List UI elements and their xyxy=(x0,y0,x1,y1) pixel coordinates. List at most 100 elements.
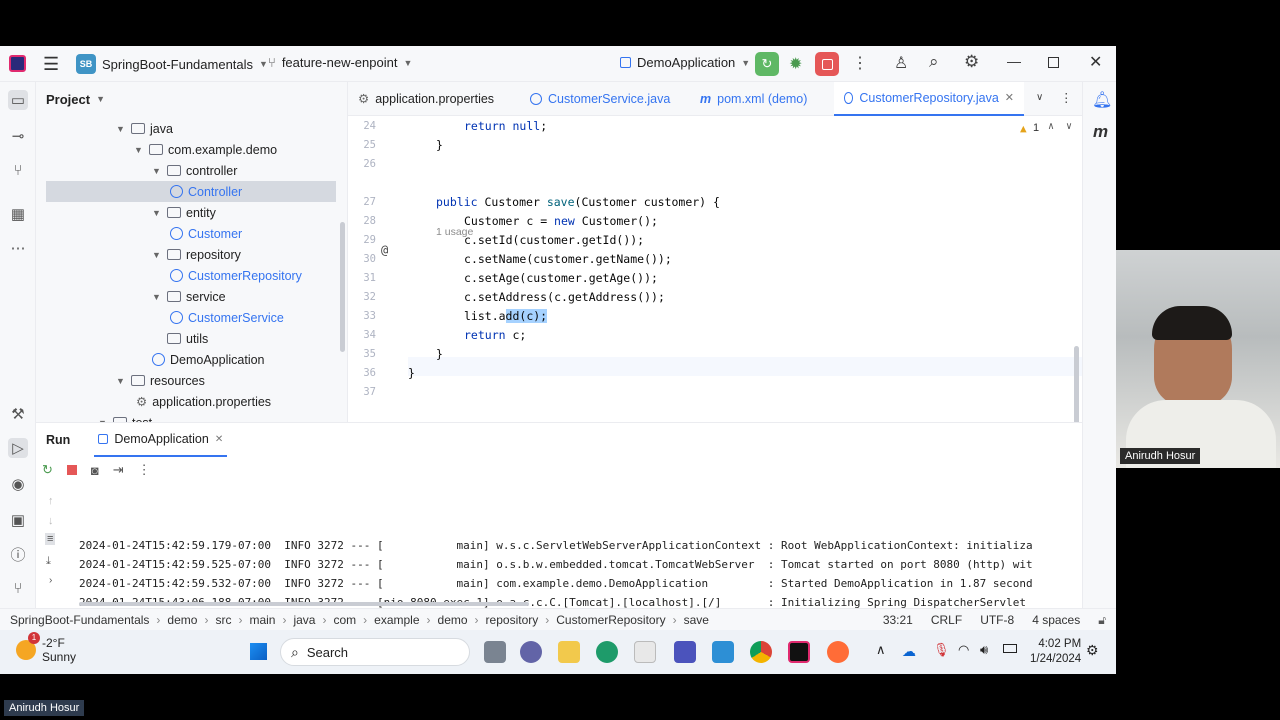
lock-icon[interactable]: 🔓︎ xyxy=(1098,613,1106,628)
settings-gear-icon[interactable]: ⚙ xyxy=(964,52,979,72)
rerun-icon[interactable]: ↻ xyxy=(42,462,53,478)
minimize-icon[interactable]: — xyxy=(1007,53,1021,69)
branch-selector[interactable]: ⑂ feature-new-enpoint ▼ xyxy=(268,55,412,70)
console-h-scrollbar[interactable] xyxy=(79,602,529,606)
search-icon[interactable]: ⌕ xyxy=(929,52,939,72)
close-tab-icon[interactable]: ✕ xyxy=(1005,91,1014,104)
tree-item-entity[interactable]: ▼ entity xyxy=(152,202,216,223)
run-tab-demo-application[interactable]: DemoApplication ✕ xyxy=(94,423,228,457)
tab-customer-repository[interactable]: CustomerRepository.java ✕ xyxy=(834,81,1024,116)
chrome-icon[interactable] xyxy=(750,641,772,663)
code-editor[interactable]: ▲ 1 ∧ ∨ 1 usage @ 24 return null; 25} 26 27 p… xyxy=(348,116,1082,422)
chevron-down-icon[interactable]: ▼ xyxy=(152,292,162,302)
breadcrumb-item[interactable]: com xyxy=(333,613,356,627)
edge-browser-icon[interactable] xyxy=(596,641,618,663)
chevron-down-icon[interactable]: ▼ xyxy=(134,145,144,155)
services-icon[interactable]: ◉ xyxy=(8,474,28,494)
run-tool-icon[interactable]: ▷ xyxy=(8,438,28,458)
taskbar-search-box[interactable]: ⌕ Search xyxy=(280,638,470,666)
chevron-down-icon[interactable]: ▼ xyxy=(152,250,162,260)
chevron-up-icon[interactable]: ∧ xyxy=(876,642,886,658)
tab-customer-service[interactable]: CustomerService.java xyxy=(520,82,690,116)
battery-icon[interactable] xyxy=(1003,644,1017,653)
chevron-right-icon[interactable]: › xyxy=(49,575,52,586)
arrow-down-icon[interactable]: ↓ xyxy=(48,515,54,527)
breadcrumb-item[interactable]: src xyxy=(215,613,231,627)
tree-item-test[interactable]: ▼test xyxy=(98,412,152,422)
project-panel-header[interactable]: Project ▼ xyxy=(36,82,347,116)
tree-item-utils[interactable]: utils xyxy=(152,328,208,349)
tree-item-controller[interactable]: ▼ controller xyxy=(152,160,237,181)
maven-tool-icon[interactable]: m xyxy=(1093,122,1108,142)
tree-item-controller[interactable]: Controller xyxy=(46,181,336,202)
soft-wrap-icon[interactable]: ≡ xyxy=(45,533,56,545)
wifi-icon[interactable]: ◠ xyxy=(958,642,969,658)
postman-icon[interactable] xyxy=(827,641,849,663)
tree-item-customer[interactable]: Customer xyxy=(170,223,242,244)
git-icon[interactable]: ⑂ xyxy=(8,578,28,598)
clock[interactable]: 4:02 PM 1/24/2024 xyxy=(1030,637,1081,667)
notification-center-icon[interactable]: ⚙ xyxy=(1086,642,1099,659)
account-icon[interactable]: ♙ xyxy=(894,53,908,73)
tab-application-properties[interactable]: ⚙ application.properties xyxy=(348,82,520,116)
scroll-end-icon[interactable]: ⤓ xyxy=(46,555,51,568)
tab-pom-xml[interactable]: m pom.xml (demo) xyxy=(690,82,834,116)
notifications-icon[interactable]: 🔔︎ xyxy=(1092,90,1112,110)
warning-icon[interactable]: ▲ xyxy=(1020,122,1027,135)
cursor-position[interactable]: 33:21 xyxy=(883,613,913,627)
tree-item-service[interactable]: ▼ service xyxy=(152,286,226,307)
indent-setting[interactable]: 4 spaces xyxy=(1032,613,1080,627)
tree-item-repository[interactable]: ▼ repository xyxy=(152,244,241,265)
tree-item-demoapplication[interactable]: DemoApplication xyxy=(152,349,265,370)
override-marker-icon[interactable]: @ xyxy=(381,243,388,257)
run-config-selector[interactable]: DemoApplication ▼ xyxy=(620,55,750,70)
problems-icon[interactable]: ⓘ xyxy=(8,544,28,564)
microphone-icon[interactable]: 🎙︎ xyxy=(933,642,950,658)
chevron-down-icon[interactable]: ▼ xyxy=(152,166,162,176)
tree-item-application-properties[interactable]: ⚙ application.properties xyxy=(136,391,271,412)
breadcrumb-item[interactable]: save xyxy=(684,613,709,627)
breadcrumb-item[interactable]: demo xyxy=(438,613,468,627)
tree-item-customerrepository[interactable]: CustomerRepository xyxy=(170,265,302,286)
stop-button[interactable] xyxy=(815,52,839,76)
store-icon[interactable] xyxy=(634,641,656,663)
chevron-up-icon[interactable]: ∧ xyxy=(1048,121,1054,132)
chevron-down-icon[interactable]: ∨ xyxy=(1036,92,1043,103)
structure-icon[interactable]: ▦ xyxy=(8,204,28,224)
editor-scrollbar[interactable] xyxy=(1074,346,1079,422)
project-selector[interactable]: SB SpringBoot-Fundamentals ▼ xyxy=(76,54,268,74)
more-options-icon[interactable]: ⋮ xyxy=(138,462,151,478)
pull-requests-icon[interactable]: ⑂ xyxy=(8,160,28,180)
chevron-down-icon[interactable]: ▼ xyxy=(152,208,162,218)
file-encoding[interactable]: UTF-8 xyxy=(980,613,1014,627)
rerun-button[interactable]: ↻ xyxy=(755,52,779,76)
chevron-down-icon[interactable]: ▼ xyxy=(116,376,126,386)
build-hammer-icon[interactable]: ⚒ xyxy=(8,404,28,424)
breadcrumb-item[interactable]: SpringBoot-Fundamentals xyxy=(10,613,149,627)
chevron-down-icon[interactable]: ▼ xyxy=(116,124,126,134)
windows-start-icon[interactable] xyxy=(248,641,269,662)
task-view-icon[interactable] xyxy=(484,641,506,663)
camera-icon[interactable]: ◙ xyxy=(91,463,99,478)
terminal-icon[interactable]: ▣ xyxy=(8,510,28,530)
teams-icon[interactable] xyxy=(674,641,696,663)
chevron-down-icon[interactable]: ∨ xyxy=(1066,121,1072,132)
more-options-icon[interactable]: ⋮ xyxy=(1060,90,1073,105)
tree-item-customerservice[interactable]: CustomerService xyxy=(170,307,284,328)
maximize-icon[interactable] xyxy=(1048,57,1059,68)
breadcrumb-item[interactable]: CustomerRepository xyxy=(556,613,665,627)
close-tab-icon[interactable]: ✕ xyxy=(215,434,223,445)
file-explorer-icon[interactable] xyxy=(558,641,580,663)
tree-item-java[interactable]: ▼ java xyxy=(116,118,173,139)
breadcrumb-item[interactable]: java xyxy=(293,613,315,627)
breadcrumb-item[interactable]: main xyxy=(249,613,275,627)
tree-item-resources[interactable]: ▼ resources xyxy=(116,370,205,391)
onedrive-icon[interactable]: ☁ xyxy=(902,643,916,660)
more-tools-icon[interactable]: ⋯ xyxy=(8,238,28,258)
arrow-up-icon[interactable]: ↑ xyxy=(48,495,54,507)
project-view-icon[interactable]: ▭ xyxy=(8,90,28,110)
main-menu-icon[interactable]: ☰ xyxy=(43,54,59,75)
stop-icon[interactable] xyxy=(66,465,77,475)
volume-icon[interactable]: 🔊︎ xyxy=(980,642,988,658)
weather-widget[interactable]: 1 -2°F Sunny xyxy=(16,632,76,664)
